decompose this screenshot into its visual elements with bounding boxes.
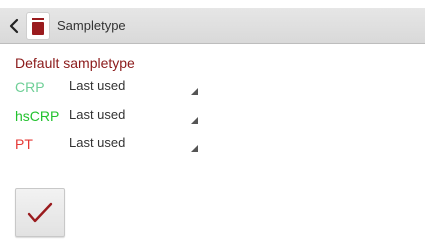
chevron-left-icon (9, 18, 19, 33)
hscrp-sampletype-spinner[interactable]: Last used (67, 106, 198, 127)
page-title: Sampletype (57, 18, 126, 33)
section-title: Default sampletype (15, 55, 135, 71)
row-label-pt: PT (15, 136, 33, 152)
status-strip (0, 0, 425, 8)
confirm-button[interactable] (15, 188, 65, 237)
dropdown-caret-icon (191, 87, 198, 95)
row-pt: PT Last used (15, 133, 198, 155)
sample-tube-icon (27, 12, 49, 39)
row-crp: CRP Last used (15, 76, 198, 98)
sampletype-screen: Sampletype Default sampletype CRP Last u… (0, 0, 425, 248)
crp-sampletype-spinner[interactable]: Last used (67, 77, 198, 98)
spinner-value: Last used (69, 134, 126, 150)
action-bar: Sampletype (0, 8, 425, 44)
dropdown-caret-icon (191, 116, 198, 124)
checkmark-icon (27, 202, 53, 222)
dropdown-caret-icon (191, 144, 198, 152)
row-hscrp: hsCRP Last used (15, 105, 198, 127)
spinner-value: Last used (69, 77, 126, 93)
row-label-crp: CRP (15, 79, 45, 95)
spinner-value: Last used (69, 106, 126, 122)
back-button[interactable] (3, 8, 25, 43)
row-label-hscrp: hsCRP (15, 108, 60, 124)
pt-sampletype-spinner[interactable]: Last used (67, 134, 198, 155)
